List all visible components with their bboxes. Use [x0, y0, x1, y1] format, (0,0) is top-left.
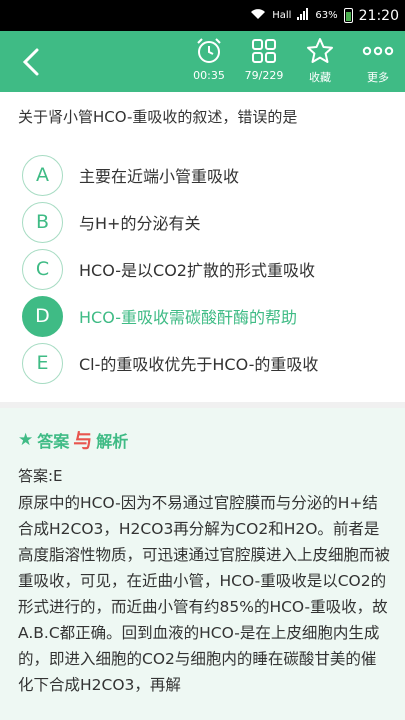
signal-label: Hall [272, 10, 292, 21]
status-bar: Hall 63% 21:20 [0, 0, 405, 31]
answer-title-part1: 答案 [37, 431, 70, 451]
alarm-clock-icon [197, 38, 221, 63]
option-d-text: HCO-重吸收需碳酸酐酶的帮助 [79, 308, 298, 327]
option-b[interactable]: B 与H+的分泌有关 [22, 201, 200, 243]
option-e-text: Cl-的重吸收优先于HCO-的重吸收 [79, 355, 319, 374]
option-e-letter: E [22, 342, 63, 384]
option-c-letter: C [22, 248, 63, 290]
option-b-letter: B [22, 201, 63, 243]
battery-icon [343, 8, 353, 23]
more-dots-icon [362, 46, 394, 56]
grid-icon [252, 39, 276, 63]
status-time: 21:20 [358, 7, 399, 24]
option-a[interactable]: A 主要在近端小管重吸收 [22, 154, 239, 196]
answer-title-part2: 解析 [96, 431, 129, 451]
option-a-letter: A [22, 154, 63, 196]
wifi-icon [250, 8, 266, 23]
more-label: 更多 [367, 71, 389, 84]
battery-percent: 63% [315, 10, 338, 21]
favorite-button[interactable]: 收藏 [297, 37, 343, 91]
option-a-text: 主要在近端小管重吸收 [79, 167, 240, 186]
timer-button[interactable]: 00:35 [186, 37, 232, 91]
option-d[interactable]: D HCO-重吸收需碳酸酐酶的帮助 [22, 295, 297, 337]
option-e[interactable]: E Cl-的重吸收优先于HCO-的重吸收 [22, 342, 318, 384]
option-c[interactable]: C HCO-是以CO2扩散的形式重吸收 [22, 248, 315, 290]
top-toolbar: 00:35 79/229 收藏 更多 [0, 31, 405, 92]
back-button[interactable] [16, 45, 46, 79]
answer-panel: ★ 答案 与 解析 答案:E 原尿中的HCO-因为不易通过官腔膜而与分泌的H+结… [0, 408, 405, 720]
star-icon [307, 38, 333, 63]
more-button[interactable]: 更多 [355, 37, 401, 91]
progress-button[interactable]: 79/229 [241, 37, 287, 91]
question-text: 关于肾小管HCO-重吸收的叙述，错误的是 [18, 108, 298, 126]
option-c-text: HCO-是以CO2扩散的形式重吸收 [79, 261, 315, 280]
timer-label: 00:35 [193, 69, 225, 82]
answer-title: ★ 答案 与 解析 [18, 426, 128, 453]
signal-icon [297, 8, 309, 23]
answer-label: 答案:E [18, 467, 63, 485]
option-b-text: 与H+的分泌有关 [79, 214, 201, 233]
progress-label: 79/229 [244, 69, 284, 82]
chevron-left-icon [22, 48, 39, 76]
analysis-text: 原尿中的HCO-因为不易通过官腔膜而与分泌的H+结合成H2CO3，H2CO3再分… [18, 494, 391, 694]
favorite-label: 收藏 [309, 71, 331, 84]
star-icon: ★ [18, 429, 34, 450]
option-d-letter: D [22, 295, 63, 337]
answer-title-accent: 与 [73, 430, 93, 452]
